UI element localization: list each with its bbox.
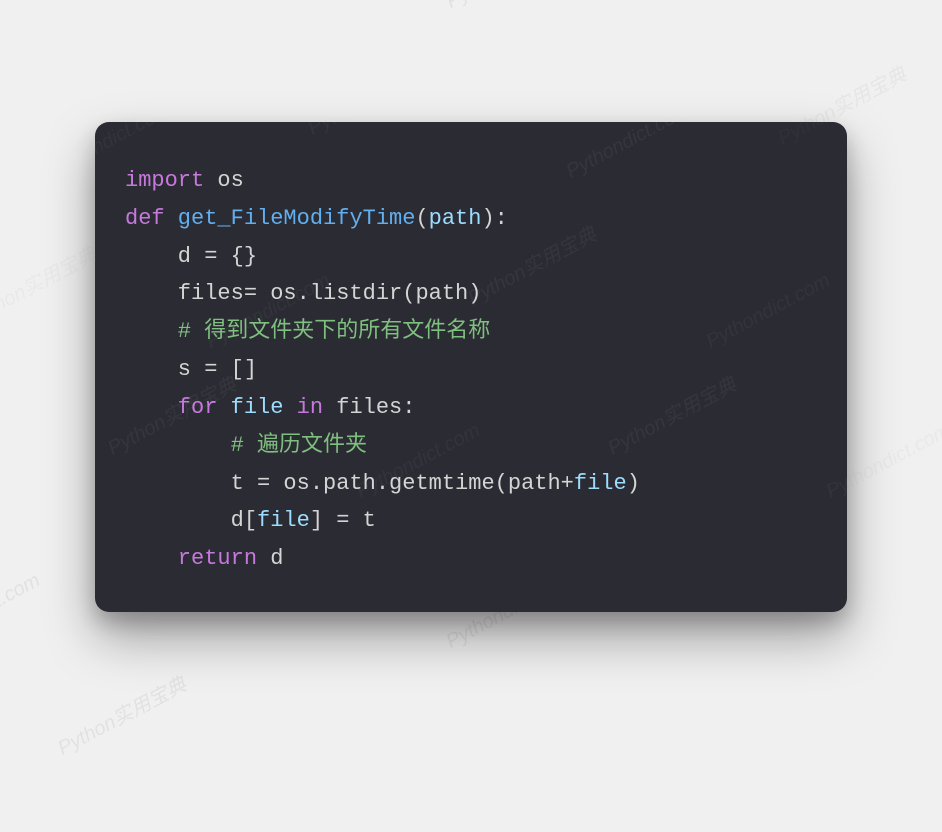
keyword-in: in	[297, 395, 323, 420]
keyword-return: return	[125, 546, 257, 571]
watermark-text: Pythondict.com	[0, 409, 4, 494]
module-os: os	[204, 168, 244, 193]
keyword-import: import	[125, 168, 204, 193]
function-name: get_FileModifyTime	[165, 206, 416, 231]
line-files-assign: files= os.listdir(path)	[125, 281, 481, 306]
watermark-text: Python实用宝典	[0, 238, 101, 330]
line-s-assign: s = []	[125, 357, 257, 382]
keyword-for: for	[125, 395, 217, 420]
comment-2: # 遍历文件夹	[125, 433, 367, 458]
lparen: (	[415, 206, 428, 231]
line-d-assign: d = {}	[125, 244, 257, 269]
var-file-2: file	[574, 471, 627, 496]
keyword-def: def	[125, 206, 165, 231]
var-file: file	[217, 395, 296, 420]
var-file-3: file	[257, 508, 310, 533]
watermark-text: Pythondict.com	[0, 0, 64, 14]
watermark-text: Pythondict.com	[443, 0, 575, 14]
files-colon: files:	[323, 395, 415, 420]
code-card: import os def get_FileModifyTime(path): …	[95, 122, 847, 612]
line-t-pre: t = os.path.getmtime(path+	[125, 471, 574, 496]
watermark-text: Python实用宝典	[52, 668, 191, 760]
rparen-colon: ):	[481, 206, 507, 231]
line-didx-pre: d[	[125, 508, 257, 533]
line-t-post: )	[627, 471, 640, 496]
comment-1: # 得到文件夹下的所有文件名称	[125, 319, 490, 344]
param-path: path	[429, 206, 482, 231]
line-didx-post: ] = t	[310, 508, 376, 533]
return-d: d	[257, 546, 283, 571]
watermark-text: Pythondict.com	[0, 569, 44, 654]
code-block: import os def get_FileModifyTime(path): …	[125, 162, 817, 578]
